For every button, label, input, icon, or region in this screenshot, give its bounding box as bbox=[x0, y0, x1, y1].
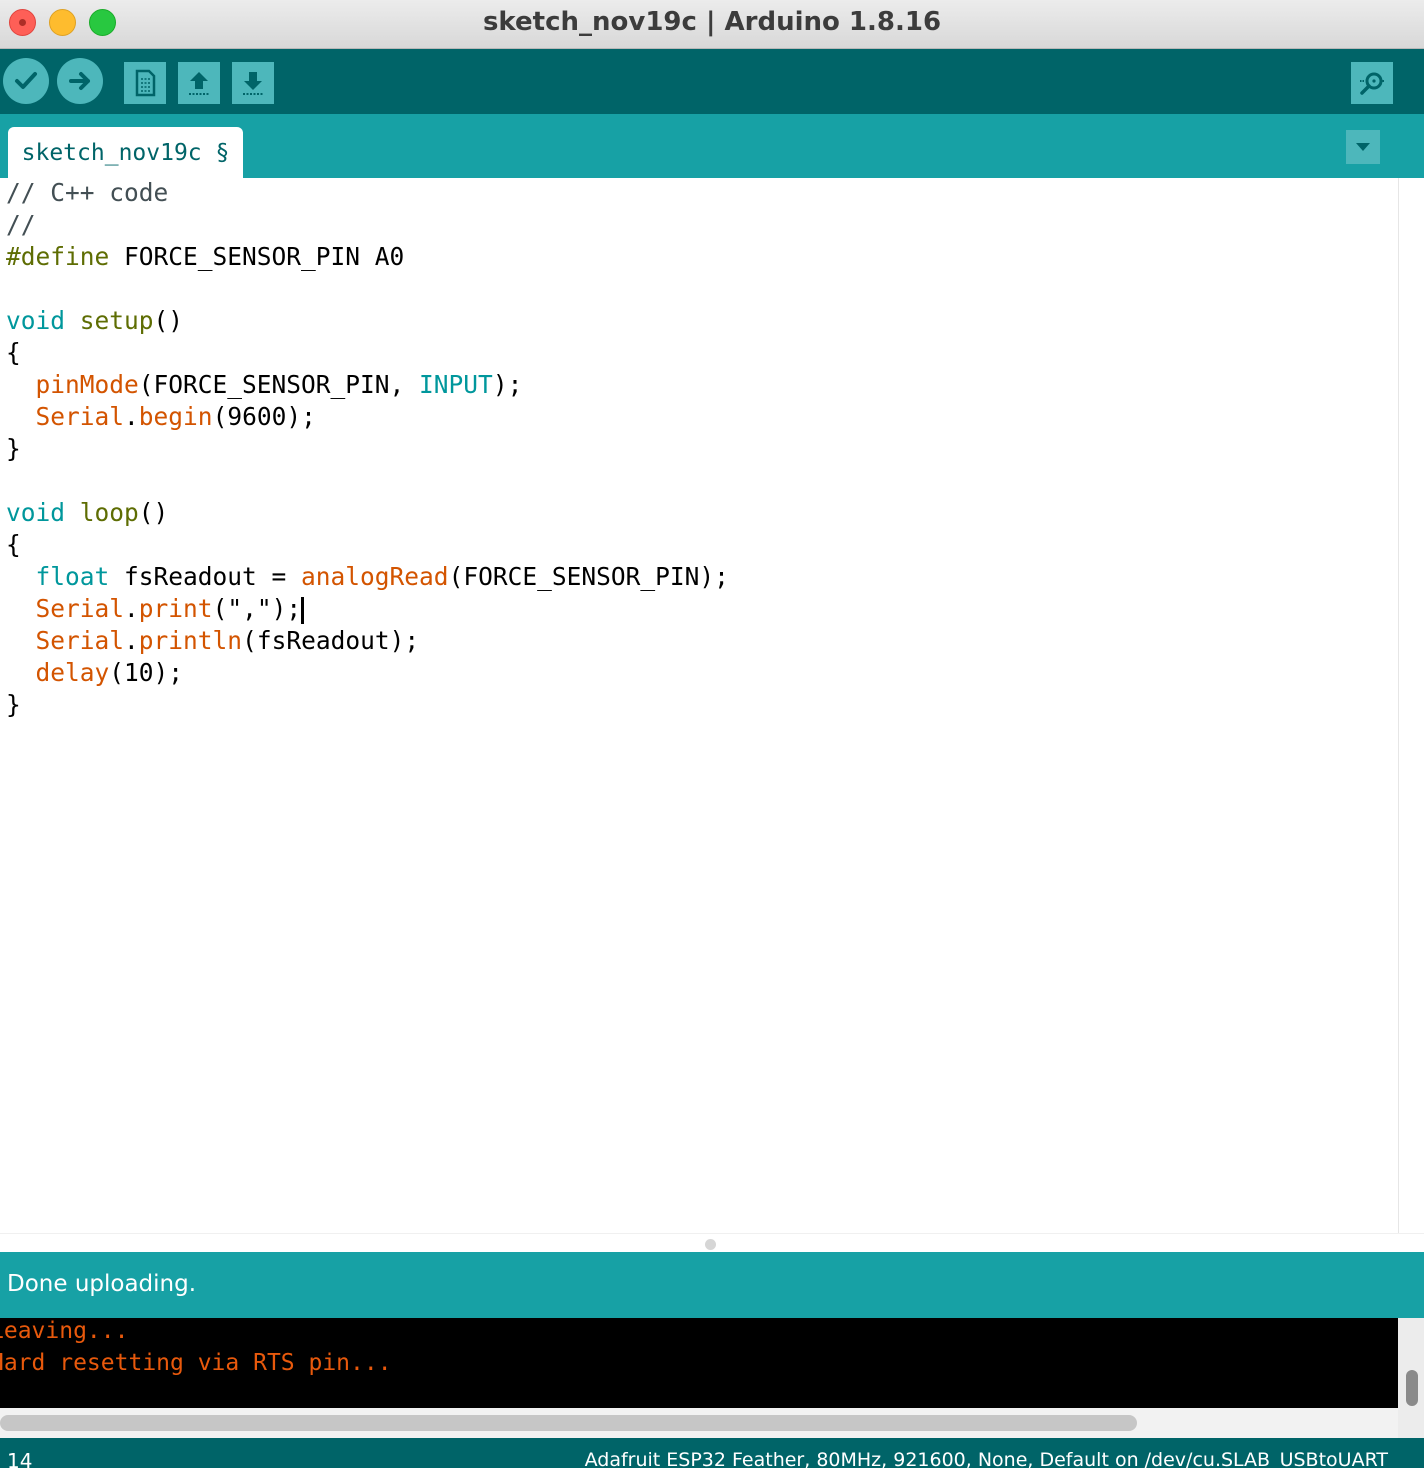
code-token: (FORCE_SENSOR_PIN, bbox=[138, 370, 420, 399]
code-token: setup bbox=[79, 306, 154, 335]
tab-sketch[interactable]: sketch_nov19c § bbox=[8, 127, 243, 178]
code-token: () bbox=[153, 306, 184, 335]
code-line[interactable]: void loop() bbox=[6, 498, 729, 530]
code-token: // bbox=[6, 210, 36, 239]
bottom-status-bar: 14 Adafruit ESP32 Feather, 80MHz, 921600… bbox=[0, 1438, 1424, 1473]
code-token: (fsReadout); bbox=[242, 626, 420, 655]
code-line[interactable] bbox=[6, 466, 729, 498]
code-token: // C++ code bbox=[6, 178, 169, 207]
code-line[interactable]: { bbox=[6, 530, 729, 562]
code-token: analogRead bbox=[301, 562, 449, 591]
code-token: () bbox=[138, 498, 169, 527]
code-token: begin bbox=[138, 402, 213, 431]
code-token: Serial bbox=[35, 594, 125, 623]
code-token: . bbox=[124, 402, 139, 431]
console-output[interactable]: Leaving... Hard resetting via RTS pin... bbox=[0, 1318, 1398, 1408]
code-line[interactable]: Serial.print(","); bbox=[6, 594, 729, 626]
code-editor[interactable]: // C++ code // #define FORCE_SENSOR_PIN A0… bbox=[0, 178, 1399, 1233]
code-token: ); bbox=[492, 370, 523, 399]
code-line[interactable]: // bbox=[6, 210, 729, 242]
code-token: . bbox=[124, 626, 139, 655]
code-token: (10); bbox=[109, 658, 184, 687]
upload-button[interactable] bbox=[57, 58, 103, 104]
code-token: . bbox=[124, 594, 139, 623]
new-file-icon bbox=[135, 69, 156, 97]
code-token: INPUT bbox=[419, 370, 493, 399]
open-sketch-button[interactable] bbox=[178, 62, 220, 104]
code-token: } bbox=[6, 434, 21, 463]
console-vertical-scrollbar[interactable] bbox=[1398, 1318, 1424, 1438]
code-token: { bbox=[6, 530, 21, 559]
code-line[interactable]: Serial.begin(9600); bbox=[6, 402, 729, 434]
verify-button[interactable] bbox=[3, 58, 49, 104]
code-line[interactable] bbox=[6, 274, 729, 306]
code-line[interactable]: void setup() bbox=[6, 306, 729, 338]
console-line: Hard resetting via RTS pin... bbox=[0, 1350, 392, 1376]
code-token: pinMode bbox=[35, 370, 139, 399]
status-message-bar: Done uploading. bbox=[0, 1252, 1424, 1318]
serial-monitor-icon bbox=[1360, 72, 1384, 95]
editor-console-divider[interactable] bbox=[0, 1233, 1424, 1253]
code-token: (","); bbox=[212, 594, 302, 623]
code-line[interactable]: #define FORCE_SENSOR_PIN A0 bbox=[6, 242, 729, 274]
code-token: Serial bbox=[35, 626, 125, 655]
code-line[interactable]: delay(10); bbox=[6, 658, 729, 690]
code-line[interactable]: Serial.println(fsReadout); bbox=[6, 626, 729, 658]
console-horizontal-scrollbar[interactable] bbox=[0, 1408, 1398, 1438]
code-token: { bbox=[6, 338, 21, 367]
save-download-icon bbox=[243, 72, 263, 95]
code-token: fsReadout = bbox=[109, 562, 302, 591]
toolbar bbox=[0, 49, 1424, 114]
code-token: void bbox=[6, 498, 66, 527]
code-line[interactable]: { bbox=[6, 338, 729, 370]
code-token: delay bbox=[35, 658, 110, 687]
code-line[interactable]: // C++ code bbox=[6, 178, 729, 210]
new-sketch-button[interactable] bbox=[124, 62, 166, 104]
window-title: sketch_nov19c | Arduino 1.8.16 bbox=[482, 7, 942, 37]
code-token: loop bbox=[79, 498, 139, 527]
code-token: float bbox=[35, 562, 110, 591]
code-line[interactable]: } bbox=[6, 690, 729, 722]
text-caret bbox=[301, 596, 305, 624]
code-token: void bbox=[6, 306, 66, 335]
code-token: (9600); bbox=[212, 402, 316, 431]
chevron-down-icon bbox=[1356, 143, 1370, 151]
arrow-right-icon bbox=[69, 72, 90, 90]
checkmark-icon bbox=[15, 72, 37, 89]
open-upload-icon bbox=[189, 72, 209, 95]
console-scroll-thumb[interactable] bbox=[1406, 1370, 1418, 1406]
horizontal-scroll-thumb[interactable] bbox=[0, 1415, 1137, 1431]
line-number: 14 bbox=[7, 1449, 33, 1473]
divider-handle[interactable] bbox=[705, 1239, 716, 1250]
code-line[interactable]: } bbox=[6, 434, 729, 466]
title-bar: sketch_nov19c | Arduino 1.8.16 bbox=[0, 0, 1424, 49]
console-line: Leaving... bbox=[0, 1318, 129, 1344]
code-token: #define bbox=[6, 242, 110, 271]
code-token: print bbox=[138, 594, 213, 623]
code-line[interactable]: float fsReadout = analogRead(FORCE_SENSO… bbox=[6, 562, 729, 594]
tab-menu-button[interactable] bbox=[1346, 130, 1380, 164]
save-sketch-button[interactable] bbox=[232, 62, 274, 104]
code-line[interactable]: pinMode(FORCE_SENSOR_PIN, INPUT); bbox=[6, 370, 729, 402]
tab-strip: sketch_nov19c § bbox=[0, 114, 1424, 178]
code-token: FORCE_SENSOR_PIN A0 bbox=[109, 242, 405, 271]
code-token: (FORCE_SENSOR_PIN); bbox=[448, 562, 729, 591]
code-token: } bbox=[6, 690, 21, 719]
serial-monitor-button[interactable] bbox=[1351, 62, 1393, 104]
code-token: println bbox=[138, 626, 243, 655]
code-token: Serial bbox=[35, 402, 125, 431]
status-message: Done uploading. bbox=[7, 1271, 197, 1297]
code-lines: // C++ code // #define FORCE_SENSOR_PIN A0… bbox=[6, 178, 729, 722]
editor-scrollbar[interactable] bbox=[1399, 178, 1424, 1233]
